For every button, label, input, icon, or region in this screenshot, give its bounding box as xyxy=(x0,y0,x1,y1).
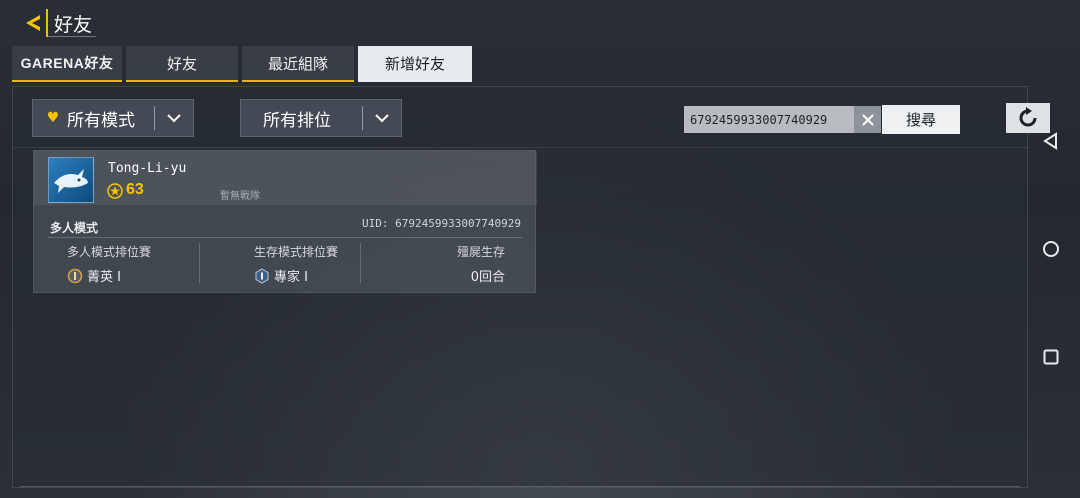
rank-filter-dropdown[interactable]: 所有排位 xyxy=(240,99,402,137)
expert-rank-icon xyxy=(255,267,269,284)
nav-home-button[interactable] xyxy=(1040,238,1062,260)
tab-recent-teammates[interactable]: 最近組隊 xyxy=(242,46,354,82)
player-uid: UID: 6792459933007740929 xyxy=(362,217,521,230)
chevron-down-icon[interactable] xyxy=(155,112,193,124)
rank-value: 菁英 I xyxy=(87,270,121,285)
zombie-survival-column: 殭屍生存 0回合 xyxy=(457,243,505,287)
team-status: 暫無戰隊 xyxy=(220,191,260,202)
mode-filter-label: 所有模式 xyxy=(67,110,135,131)
column-separator xyxy=(360,243,361,283)
heart-icon: ♥ xyxy=(46,110,60,126)
player-level: 63 xyxy=(126,181,144,198)
header: 好友 xyxy=(20,8,92,38)
tab-garena-friends[interactable]: GARENA好友 xyxy=(12,46,122,82)
rank-title: 殭屍生存 xyxy=(456,245,505,259)
mp-ranked-column: 多人模式排位賽 菁英 I xyxy=(67,243,151,287)
main-panel: ♥ 所有模式 所有排位 搜尋 xyxy=(12,86,1050,488)
column-separator xyxy=(199,243,200,283)
nav-recents-button[interactable] xyxy=(1040,346,1062,368)
mode-label: 多人模式 xyxy=(50,221,99,235)
search-button[interactable]: 搜尋 xyxy=(882,105,960,134)
br-ranked-column: 生存模式排位賽 專家 I xyxy=(254,243,338,287)
friends-screen: 好友 GARENA好友 好友 最近組隊 新增好友 ♥ 所有模式 所有排位 679… xyxy=(0,0,1080,498)
triangle-back-icon xyxy=(1043,132,1057,150)
square-recents-icon xyxy=(1043,349,1059,365)
panel-divider xyxy=(13,147,1029,148)
close-icon xyxy=(861,113,874,126)
player-name: Tong-Li-yu xyxy=(108,161,187,176)
avatar[interactable] xyxy=(48,157,94,203)
back-arrow-icon xyxy=(26,15,40,31)
level-star-icon xyxy=(107,183,123,199)
rank-value: 專家 I xyxy=(274,270,308,285)
rank-value-row: 菁英 I xyxy=(67,266,151,285)
rank-value: 0回合 xyxy=(470,270,505,285)
rank-value-row: 專家 I xyxy=(254,266,338,285)
search-input[interactable] xyxy=(684,106,854,133)
tab-add-friend[interactable]: 新增好友 xyxy=(358,46,472,82)
page-title: 好友 xyxy=(54,13,93,36)
shark-avatar-icon xyxy=(54,169,88,193)
android-navigation-bar xyxy=(1036,120,1066,380)
rank-filter-label: 所有排位 xyxy=(263,110,331,131)
rank-title: 生存模式排位賽 xyxy=(254,245,339,259)
bottom-divider xyxy=(20,486,1020,487)
back-button[interactable] xyxy=(20,9,48,37)
elite-rank-icon xyxy=(67,268,83,283)
tab-friends[interactable]: 好友 xyxy=(126,46,238,82)
clear-search-button[interactable] xyxy=(854,106,881,133)
mode-filter-dropdown[interactable]: ♥ 所有模式 xyxy=(32,99,194,137)
header-underline xyxy=(48,36,96,37)
circle-home-icon xyxy=(1043,241,1059,257)
rank-title: 多人模式排位賽 xyxy=(67,245,152,259)
player-card[interactable]: Tong-Li-yu 63 暫無戰隊 多人模式 UID: 67924599330… xyxy=(33,150,537,293)
card-divider xyxy=(48,237,523,238)
chevron-down-icon[interactable] xyxy=(363,112,401,124)
rank-value-row: 0回合 xyxy=(457,266,505,285)
nav-back-button[interactable] xyxy=(1040,130,1062,152)
tab-bar: GARENA好友 好友 最近組隊 新增好友 xyxy=(12,46,472,82)
